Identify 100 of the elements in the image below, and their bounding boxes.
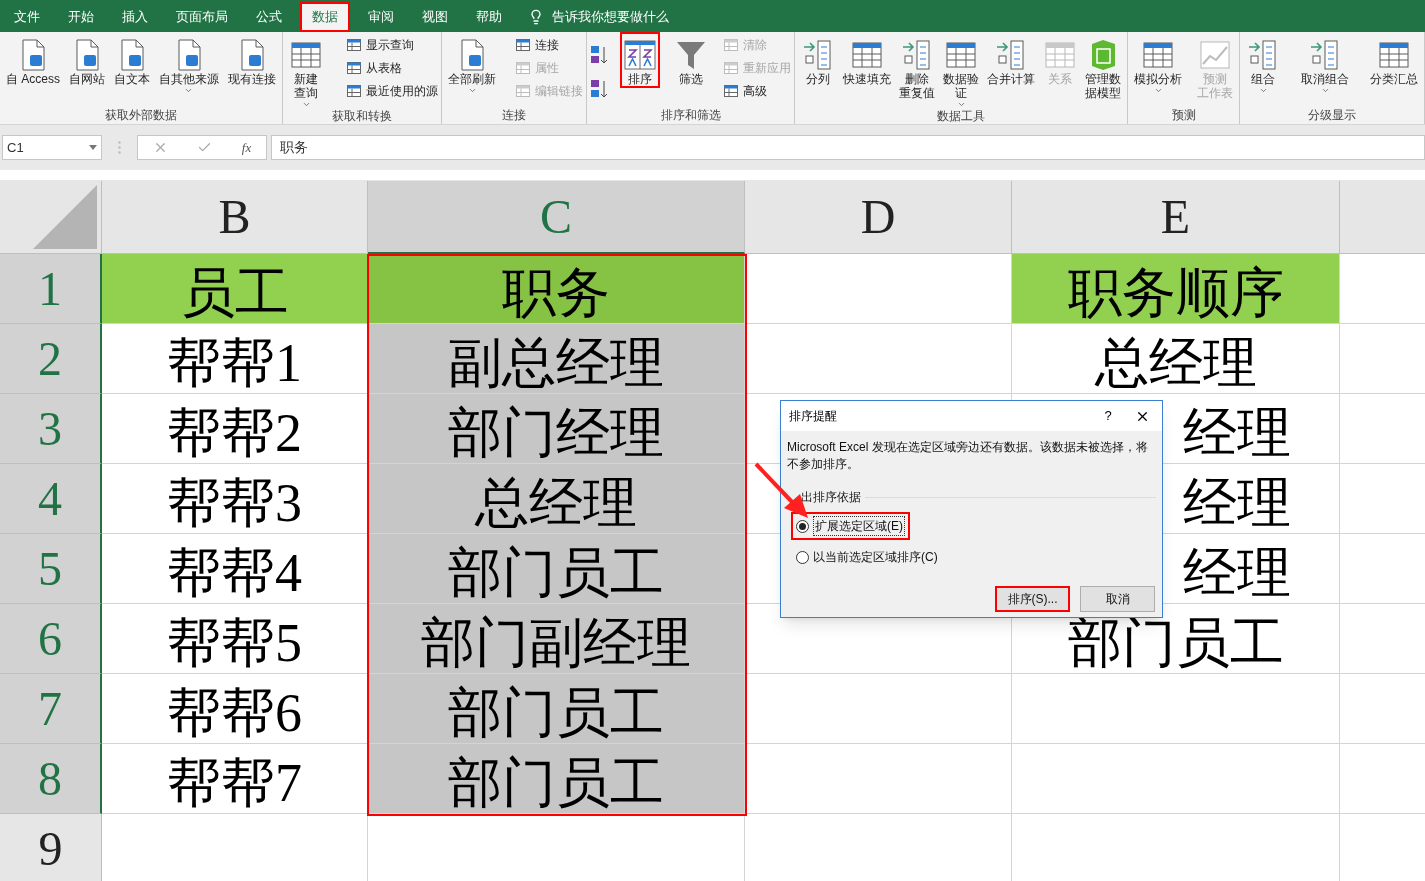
ribbon-button[interactable]: 自网站 bbox=[66, 32, 108, 88]
ribbon-button[interactable]: 新建 查询 bbox=[286, 32, 326, 111]
dropdown-caret-icon bbox=[467, 86, 477, 95]
grip-icon bbox=[118, 141, 121, 154]
ribbon-small-button[interactable]: 从表格 bbox=[346, 59, 438, 77]
radio-option[interactable]: 以当前选定区域排序(C) bbox=[791, 544, 943, 570]
radio-option[interactable]: 扩展选定区域(E) bbox=[791, 512, 910, 540]
row-header[interactable]: 9 bbox=[0, 814, 102, 881]
formula-field[interactable]: 职务 bbox=[271, 135, 1425, 160]
ribbon-button[interactable]: 合并计算 bbox=[984, 32, 1038, 88]
chart-icon bbox=[1198, 38, 1232, 72]
tell-me-field[interactable]: 告诉我你想要做什么 bbox=[552, 7, 669, 27]
row-header[interactable]: 7 bbox=[0, 674, 102, 744]
ribbon-button[interactable]: 删除 重复值 bbox=[896, 32, 938, 102]
row-header[interactable]: 4 bbox=[0, 464, 102, 534]
ribbon-small-button[interactable]: 连接 bbox=[515, 36, 583, 54]
row-header[interactable]: 6 bbox=[0, 604, 102, 674]
ribbon-button[interactable]: 筛选 bbox=[671, 32, 712, 88]
table-cell: 副总经理 bbox=[368, 324, 745, 394]
ribbon-group-label: 获取外部数据 bbox=[104, 107, 178, 124]
select-all-corner[interactable] bbox=[0, 181, 102, 254]
ribbon-group-label: 排序和筛选 bbox=[659, 107, 722, 124]
column-header[interactable]: C bbox=[368, 181, 745, 254]
menu-tab[interactable]: 开始 bbox=[58, 2, 104, 32]
menu-tab[interactable]: 插入 bbox=[112, 2, 158, 32]
table-cell: 部门员工 bbox=[368, 744, 745, 814]
table-cell: 职务顺序 bbox=[1012, 254, 1340, 324]
ribbon-button[interactable]: 取消组合 bbox=[1298, 32, 1352, 97]
select-all-icon bbox=[33, 185, 97, 249]
row-header[interactable]: 2 bbox=[0, 324, 102, 394]
dialog-button[interactable]: 排序(S)... bbox=[995, 586, 1070, 612]
help-button[interactable]: ? bbox=[1093, 406, 1123, 426]
column-header[interactable]: D bbox=[745, 181, 1012, 254]
dropdown-caret-icon bbox=[1320, 86, 1330, 95]
table-cell: 总经理 bbox=[368, 464, 745, 534]
table-icon bbox=[346, 83, 362, 99]
table-icon bbox=[722, 37, 739, 53]
dialog-button[interactable]: 取消 bbox=[1080, 586, 1155, 612]
lightbulb-icon bbox=[528, 9, 544, 25]
group-label: 出排序依据 bbox=[801, 489, 861, 506]
column-header[interactable]: B bbox=[102, 181, 368, 254]
sort-ascending-icon[interactable] bbox=[590, 44, 608, 66]
ribbon-button[interactable]: 模拟分析 bbox=[1131, 32, 1185, 97]
table-icon bbox=[515, 60, 531, 76]
table-cell: 总经理 bbox=[1012, 324, 1340, 394]
menu-tab[interactable]: 数据 bbox=[300, 2, 350, 32]
ribbon-button[interactable]: 分列 bbox=[798, 32, 838, 88]
table-icon bbox=[722, 83, 739, 99]
ribbon-button[interactable]: 快速填充 bbox=[840, 32, 894, 88]
ribbon-button[interactable]: 自 Access bbox=[3, 32, 63, 88]
ribbon-button[interactable]: 自文本 bbox=[111, 32, 153, 88]
ribbon-group-label: 数据工具 bbox=[936, 108, 986, 125]
ribbon-group-label: 获取和转换 bbox=[331, 108, 393, 125]
row-header[interactable]: 3 bbox=[0, 394, 102, 464]
column-header[interactable]: E bbox=[1012, 181, 1340, 254]
sort-descending-icon[interactable] bbox=[590, 78, 608, 100]
sort-icon bbox=[622, 38, 657, 72]
dropdown-caret-icon bbox=[956, 100, 966, 109]
name-box[interactable]: C1 bbox=[2, 135, 102, 160]
dropdown-caret-icon bbox=[301, 100, 311, 109]
table-cell: 职务 bbox=[368, 254, 745, 324]
dialog-title: 排序提醒 bbox=[789, 408, 838, 425]
row-header[interactable]: 8 bbox=[0, 744, 102, 814]
table-icon bbox=[722, 60, 739, 76]
menu-tab[interactable]: 视图 bbox=[412, 2, 458, 32]
table-cell: 员工 bbox=[102, 254, 368, 324]
table-icon bbox=[346, 37, 362, 53]
ribbon-group-label: 分级显示 bbox=[1307, 107, 1357, 124]
table-icon bbox=[515, 83, 531, 99]
ribbon-button[interactable]: 现有连接 bbox=[224, 32, 279, 88]
table-cell: 部门员工 bbox=[368, 534, 745, 604]
ribbon-button[interactable]: 管理数 据模型 bbox=[1082, 32, 1124, 102]
dropdown-caret-icon bbox=[184, 86, 194, 95]
table-cell: 部门经理 bbox=[368, 394, 745, 464]
ribbon-button[interactable]: 自其他来源 bbox=[155, 32, 222, 97]
row-header[interactable]: 5 bbox=[0, 534, 102, 604]
ribbon-group-label: 连接 bbox=[501, 107, 527, 124]
row-header[interactable]: 1 bbox=[0, 254, 102, 324]
menu-tab[interactable]: 审阅 bbox=[358, 2, 404, 32]
menu-tab[interactable]: 页面布局 bbox=[166, 2, 238, 32]
ribbon-group-label: 预测 bbox=[1170, 107, 1197, 124]
ribbon-button[interactable]: 组合 bbox=[1243, 32, 1283, 97]
menu-tab[interactable]: 文件 bbox=[4, 2, 50, 32]
insert-function-button[interactable]: fx bbox=[241, 137, 252, 158]
ribbon-small-button[interactable]: 最近使用的源 bbox=[346, 82, 438, 100]
ribbon-small-button[interactable]: 高级 bbox=[722, 82, 791, 100]
menu-tab[interactable]: 公式 bbox=[246, 2, 292, 32]
ribbon-small-button[interactable]: 显示查询 bbox=[346, 36, 438, 54]
dropdown-caret-icon bbox=[89, 145, 97, 150]
table-icon bbox=[515, 37, 531, 53]
ribbon-button[interactable]: 数据验 证 bbox=[940, 32, 982, 111]
dropdown-caret-icon bbox=[1258, 86, 1268, 95]
ribbon-button[interactable]: 分类汇总 bbox=[1367, 32, 1421, 88]
menu-tab[interactable]: 帮助 bbox=[466, 2, 512, 32]
ribbon-button[interactable]: 全部刷新 bbox=[445, 32, 499, 97]
ribbon-button[interactable]: 排序 bbox=[619, 32, 660, 88]
table-icon bbox=[346, 60, 362, 76]
dropdown-caret-icon bbox=[1153, 86, 1163, 95]
table-cell: 部门副经理 bbox=[368, 604, 745, 674]
table-cell: 部门员工 bbox=[368, 674, 745, 744]
